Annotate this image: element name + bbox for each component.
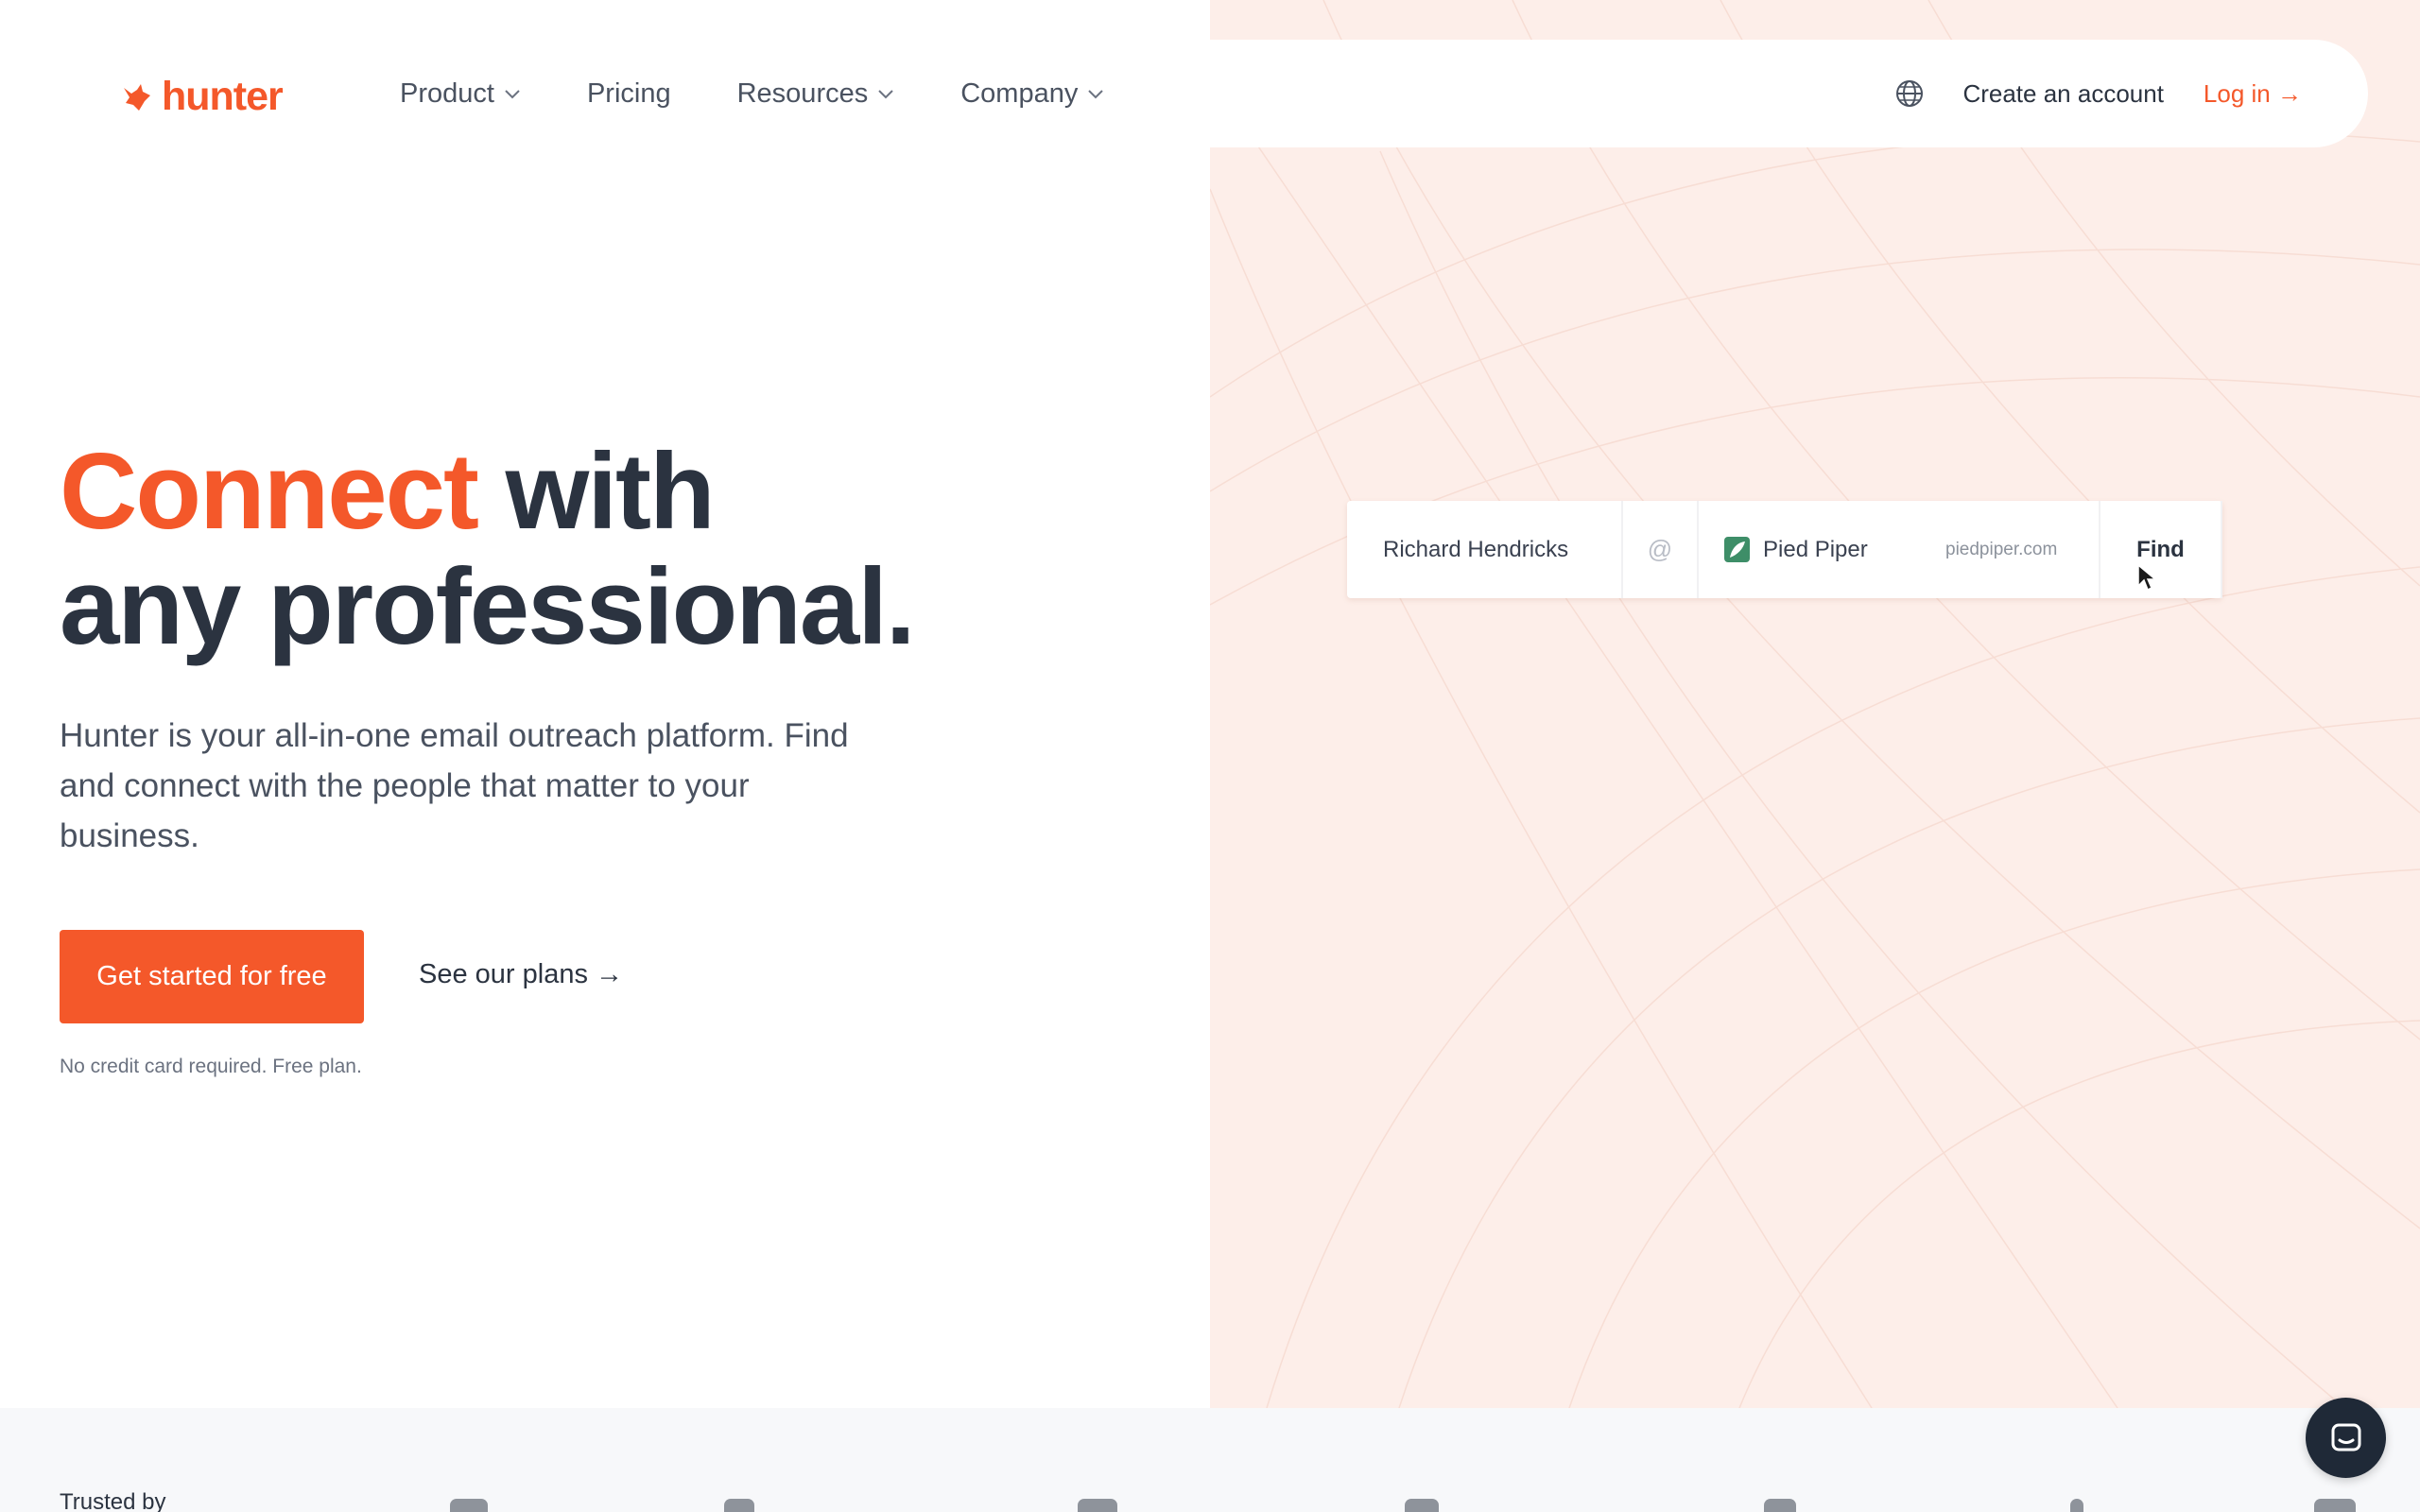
customer-logo-6 xyxy=(2070,1499,2083,1512)
headline-line2: any professional. xyxy=(60,547,916,667)
create-account-link[interactable]: Create an account xyxy=(1962,79,2163,109)
finder-name-field[interactable]: Richard Hendricks xyxy=(1347,501,1623,598)
get-started-button[interactable]: Get started for free xyxy=(60,930,364,1023)
at-symbol: @ xyxy=(1623,501,1699,598)
fox-logo-icon xyxy=(124,83,150,111)
customer-logo-3 xyxy=(1078,1499,1117,1512)
email-finder-widget: Richard Hendricks @ Pied Piper piedpiper… xyxy=(1347,501,2222,598)
chevron-down-icon xyxy=(1088,90,1104,99)
hero-description: Hunter is your all-in-one email outreach… xyxy=(60,717,849,854)
mouse-cursor-icon xyxy=(2137,563,2157,592)
nav-product-label: Product xyxy=(400,77,494,109)
customer-logo-5 xyxy=(1764,1499,1796,1512)
find-button[interactable]: Find xyxy=(2100,501,2222,598)
nav-company[interactable]: Company xyxy=(960,78,1104,110)
headline-accent: Connect xyxy=(60,432,479,552)
customer-logo-1 xyxy=(450,1499,488,1512)
company-name: Pied Piper xyxy=(1763,536,1868,562)
chat-launcher-button[interactable] xyxy=(2306,1398,2386,1478)
nav-actions: Create an account Log in → xyxy=(1894,40,2302,147)
chevron-down-icon xyxy=(505,90,520,99)
trusted-by-label: Trusted by xyxy=(60,1489,166,1512)
nav-pricing-label: Pricing xyxy=(586,77,671,109)
pied-piper-leaf-icon xyxy=(1724,537,1750,562)
brand-name: hunter xyxy=(162,74,284,119)
headline-rest: with xyxy=(477,432,716,552)
customer-logo-2 xyxy=(724,1499,754,1512)
see-plans-link[interactable]: See our plans → xyxy=(419,959,623,990)
login-link[interactable]: Log in → xyxy=(2204,79,2302,109)
hunter-logo[interactable]: hunter xyxy=(120,74,284,120)
top-navigation: hunter Product Pricing Resources Company… xyxy=(0,40,2368,147)
company-domain: piedpiper.com xyxy=(1945,539,2058,559)
globe-icon[interactable] xyxy=(1894,78,1925,109)
nav-resources[interactable]: Resources xyxy=(737,78,895,110)
finder-company-field[interactable]: Pied Piper piedpiper.com xyxy=(1699,501,2100,598)
no-credit-card-note: No credit card required. Free plan. xyxy=(60,1056,362,1077)
background-pattern xyxy=(1210,0,2420,1408)
customer-logo-4 xyxy=(1405,1499,1439,1512)
nav-resources-label: Resources xyxy=(736,77,869,109)
nav-pricing[interactable]: Pricing xyxy=(587,78,671,110)
customer-logo-7 xyxy=(2314,1499,2356,1512)
chat-icon xyxy=(2331,1423,2360,1451)
hero-illustration-panel xyxy=(1210,0,2420,1408)
main-menu: Product Pricing Resources Company xyxy=(400,40,1170,147)
chevron-down-icon xyxy=(878,90,893,99)
nav-product[interactable]: Product xyxy=(400,78,521,110)
trusted-by-section xyxy=(0,1408,2420,1512)
nav-company-label: Company xyxy=(960,77,1079,109)
hero-headline: Connect with any professional. xyxy=(60,432,916,667)
